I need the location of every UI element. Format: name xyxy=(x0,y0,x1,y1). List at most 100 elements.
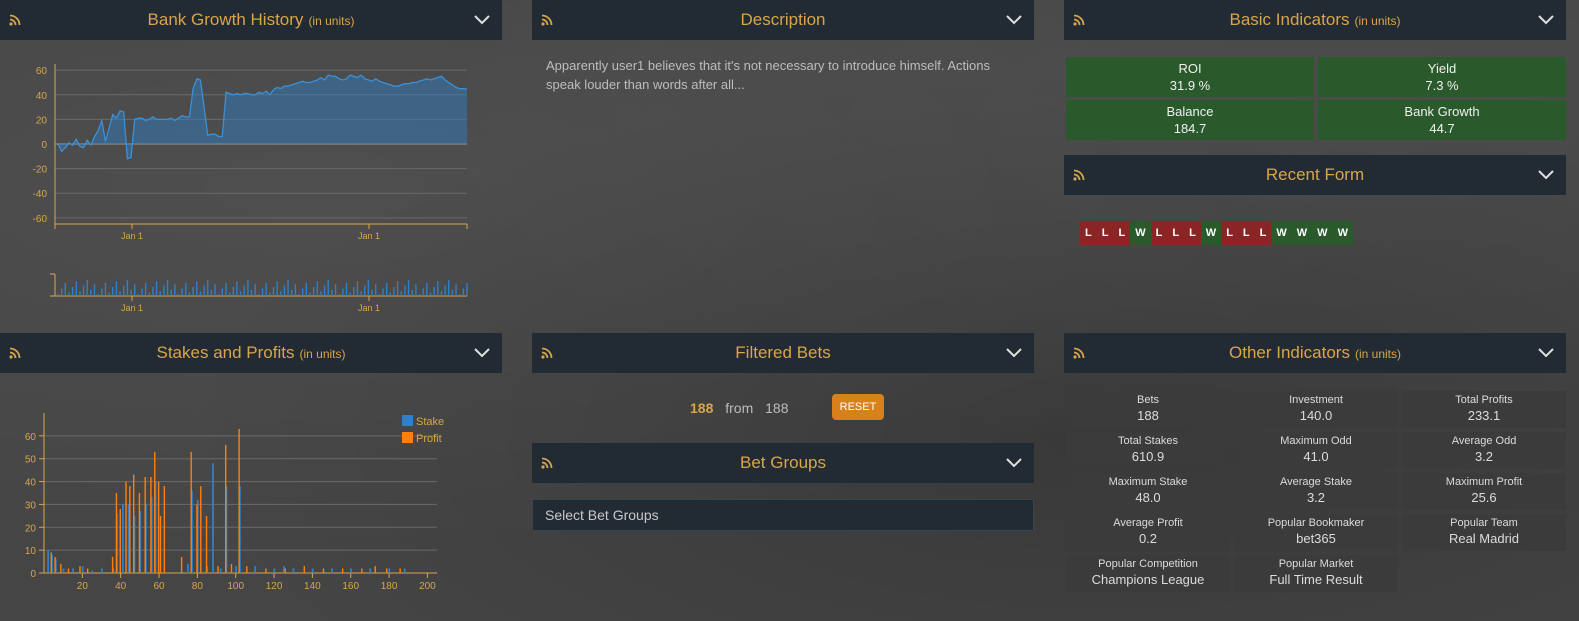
form-result-badge: W xyxy=(1312,221,1333,245)
nav-bar xyxy=(57,294,59,296)
indicator-label: Maximum Stake xyxy=(1108,476,1188,488)
stake-bar xyxy=(235,566,237,573)
recent-form-header[interactable]: Recent Form xyxy=(1064,155,1566,195)
nav-bar xyxy=(79,291,81,296)
nav-bar xyxy=(444,285,446,296)
description-panel: Description Apparently user1 believes th… xyxy=(532,0,1034,330)
nav-bar xyxy=(448,280,450,296)
rss-icon[interactable] xyxy=(9,347,21,359)
panel-title: Stakes and Profits xyxy=(156,343,295,362)
rss-icon[interactable] xyxy=(9,14,21,26)
stake-bar xyxy=(72,568,74,573)
legend-swatch xyxy=(402,415,413,426)
nav-bar xyxy=(254,284,256,296)
nav-bar xyxy=(305,282,308,296)
chevron-down-icon[interactable] xyxy=(1006,347,1022,359)
rss-icon[interactable] xyxy=(1073,347,1085,359)
profit-bar xyxy=(196,504,198,573)
stake-bar xyxy=(350,568,352,573)
bet-groups-header[interactable]: Bet Groups xyxy=(532,443,1034,483)
profit-bar xyxy=(205,515,208,573)
nav-bar xyxy=(232,287,234,296)
filtered-count-row: 188 from 188 xyxy=(690,400,789,416)
indicator-value: Champions League xyxy=(1091,572,1205,587)
chevron-down-icon[interactable] xyxy=(1006,14,1022,26)
stake-bar xyxy=(212,463,214,573)
nav-bar xyxy=(133,284,136,296)
from-label: from xyxy=(725,400,754,416)
nav-bar xyxy=(331,289,333,296)
form-result-badge: W xyxy=(1332,221,1353,245)
reset-button[interactable]: RESET xyxy=(832,394,884,420)
nav-bar xyxy=(356,281,359,296)
indicator-value: 41.0 xyxy=(1303,449,1329,464)
other-indicators-grid: Bets 188 Investment 140.0 Total Profits 233.1… xyxy=(1066,391,1566,592)
nav-bar xyxy=(338,294,340,296)
nav-bar xyxy=(239,291,242,296)
form-result-badge: L xyxy=(1254,221,1272,245)
nav-bar xyxy=(382,288,384,296)
nav-bar xyxy=(101,288,103,296)
panel-title: Bank Growth History xyxy=(147,10,304,29)
rss-icon[interactable] xyxy=(1073,14,1085,26)
rss-icon[interactable] xyxy=(541,14,553,26)
chevron-down-icon[interactable] xyxy=(1006,457,1022,469)
nav-bar xyxy=(181,288,183,296)
nav-bar xyxy=(243,285,245,296)
chevron-down-icon[interactable] xyxy=(474,14,490,26)
profit-bar xyxy=(386,568,388,573)
nav-bar xyxy=(115,281,118,296)
panel-title: Other Indicators xyxy=(1229,343,1350,362)
rss-icon[interactable] xyxy=(541,347,553,359)
nav-bar xyxy=(287,280,289,296)
profit-bar xyxy=(265,568,267,573)
nav-bar xyxy=(342,288,344,296)
profit-bar xyxy=(163,486,166,573)
y-tick-label: 0 xyxy=(41,140,47,151)
nav-bar xyxy=(371,289,373,296)
x-tick-label: 40 xyxy=(115,581,127,592)
rss-icon[interactable] xyxy=(541,457,553,469)
profit-bar xyxy=(159,515,162,573)
rss-icon[interactable] xyxy=(1073,169,1085,181)
nav-bar xyxy=(407,280,410,296)
nav-bar xyxy=(90,289,92,296)
profit-bar xyxy=(374,566,376,573)
nav-bar xyxy=(375,284,377,296)
nav-bar xyxy=(93,284,96,296)
basic-indicators-header[interactable]: Basic Indicators (in units) xyxy=(1064,0,1566,40)
form-result-badge: L xyxy=(1150,221,1168,245)
chevron-down-icon[interactable] xyxy=(1538,14,1554,26)
nav-bar xyxy=(451,289,454,296)
nav-bar xyxy=(166,280,169,296)
bet-groups-select[interactable]: Select Bet Groups xyxy=(532,499,1034,531)
stake-bar xyxy=(187,563,189,573)
chevron-down-icon[interactable] xyxy=(1538,347,1554,359)
form-result-badge: L xyxy=(1096,221,1114,245)
profit-bar xyxy=(322,568,325,573)
indicator-value: 184.7 xyxy=(1173,121,1207,136)
nav-bar xyxy=(236,281,238,296)
indicator-label: Yield xyxy=(1427,61,1457,76)
basic-indicators-panel: Basic Indicators (in units) ROI 31.9 % Yi… xyxy=(1064,0,1566,145)
chevron-down-icon[interactable] xyxy=(1538,169,1554,181)
form-result-badge: L xyxy=(1167,221,1185,245)
bank-growth-area xyxy=(58,75,467,159)
y-tick-label: 50 xyxy=(25,455,37,466)
stakes-profits-header[interactable]: Stakes and Profits (in units) xyxy=(0,333,502,373)
nav-bar xyxy=(294,284,297,296)
profit-bar xyxy=(54,557,56,573)
stake-bar xyxy=(62,568,65,573)
other-indicators-header[interactable]: Other Indicators (in units) xyxy=(1064,333,1566,373)
bank-growth-header[interactable]: Bank Growth History (in units) xyxy=(0,0,502,40)
y-tick-label: 40 xyxy=(25,478,37,489)
nav-bar xyxy=(141,288,143,296)
chevron-down-icon[interactable] xyxy=(474,347,490,359)
units-label: (in units) xyxy=(1354,347,1401,361)
nav-bar xyxy=(82,285,85,296)
description-header[interactable]: Description xyxy=(532,0,1034,40)
indicator-label: Maximum Odd xyxy=(1280,435,1352,447)
filtered-bets-header[interactable]: Filtered Bets xyxy=(532,333,1034,373)
stake-bar xyxy=(100,568,103,573)
nav-bar xyxy=(228,292,231,296)
